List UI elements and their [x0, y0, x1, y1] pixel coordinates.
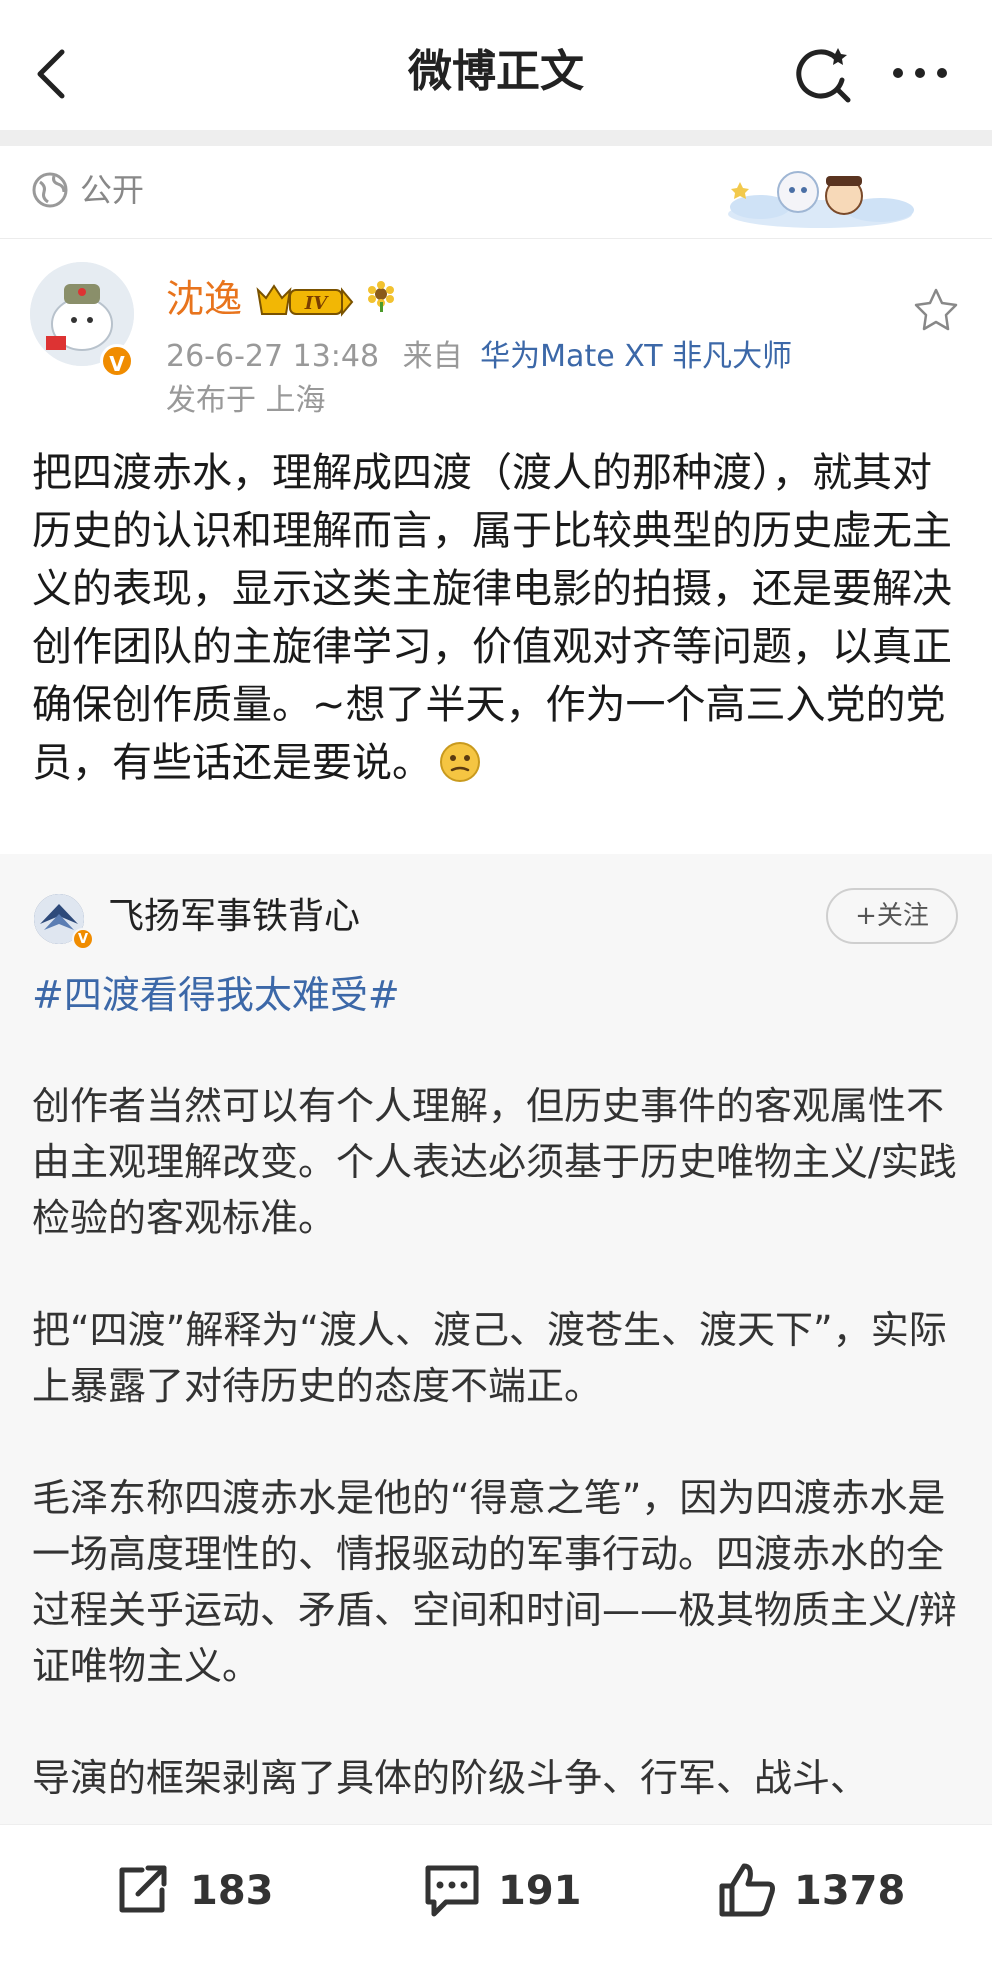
post-device-link[interactable]: 华为Mate XT 非凡大师	[480, 339, 792, 374]
more-options-icon[interactable]	[890, 58, 950, 88]
repost-paragraph: 毛泽东称四渡赤水是他的“得意之笔”，因为四渡赤水是一场高度理性的、情报驱动的军事…	[32, 1476, 957, 1688]
repost-paragraph: 把“四渡”解释为“渡人、渡己、渡苍生、渡天下”，实际上暴露了对待历史的态度不端正…	[32, 1308, 947, 1408]
member-level-text: IV	[304, 293, 329, 314]
post-text: 把四渡赤水，理解成四渡（渡人的那种渡），就其对历史的认识和理解而言，属于比较典型…	[32, 450, 952, 786]
post-location: 发布于 上海	[166, 383, 326, 418]
comment-action-button[interactable]: 191	[420, 1856, 600, 1926]
section-divider	[0, 130, 992, 146]
repost-verified-badge: V	[72, 928, 94, 950]
sunflower-icon	[368, 281, 394, 312]
favorite-star-icon[interactable]	[912, 286, 960, 334]
source-prefix: 来自	[402, 339, 463, 374]
thumbs-up-icon	[719, 1863, 775, 1917]
repost-paragraph: 创作者当然可以有个人理解，但历史事件的客观属性不由主观理解改变。个人表达必须基于…	[32, 1084, 957, 1240]
visibility-label: 公开	[80, 171, 145, 209]
author-name[interactable]: 沈逸	[166, 272, 242, 326]
comment-icon	[425, 1865, 479, 1917]
repost-count: 183	[190, 1868, 274, 1914]
comment-count: 191	[498, 1868, 582, 1914]
repost-paragraph: 导演的框架剥离了具体的阶级斗争、行军、战斗、	[32, 1756, 869, 1800]
globe-icon	[32, 172, 68, 208]
like-action-button[interactable]: 1378	[716, 1856, 936, 1926]
hashtag-link[interactable]: #四渡看得我太难受#	[32, 968, 400, 1022]
thinking-emoji-icon	[440, 742, 480, 782]
repost-author-name[interactable]: 飞扬军事铁背心	[108, 890, 360, 944]
post-meta: 26-6-27 13:48 来自 华为Mate XT 非凡大师	[166, 336, 792, 378]
post-body: 把四渡赤水，理解成四渡（渡人的那种渡），就其对历史的认识和理解而言，属于比较典型…	[32, 444, 962, 792]
repost-body: 创作者当然可以有个人理解，但历史事件的客观属性不由主观理解改变。个人表达必须基于…	[32, 1078, 962, 1862]
member-level-badge[interactable]: IV	[254, 282, 354, 320]
like-count: 1378	[794, 1868, 906, 1914]
share-icon	[119, 1865, 167, 1913]
search-refresh-icon[interactable]	[792, 44, 852, 104]
follow-button[interactable]: +关注	[826, 888, 958, 944]
card-decoration-image	[728, 171, 914, 228]
verified-badge: V	[100, 344, 134, 378]
post-timestamp: 26-6-27 13:48	[166, 339, 380, 374]
repost-action-button[interactable]: 183	[112, 1856, 292, 1926]
